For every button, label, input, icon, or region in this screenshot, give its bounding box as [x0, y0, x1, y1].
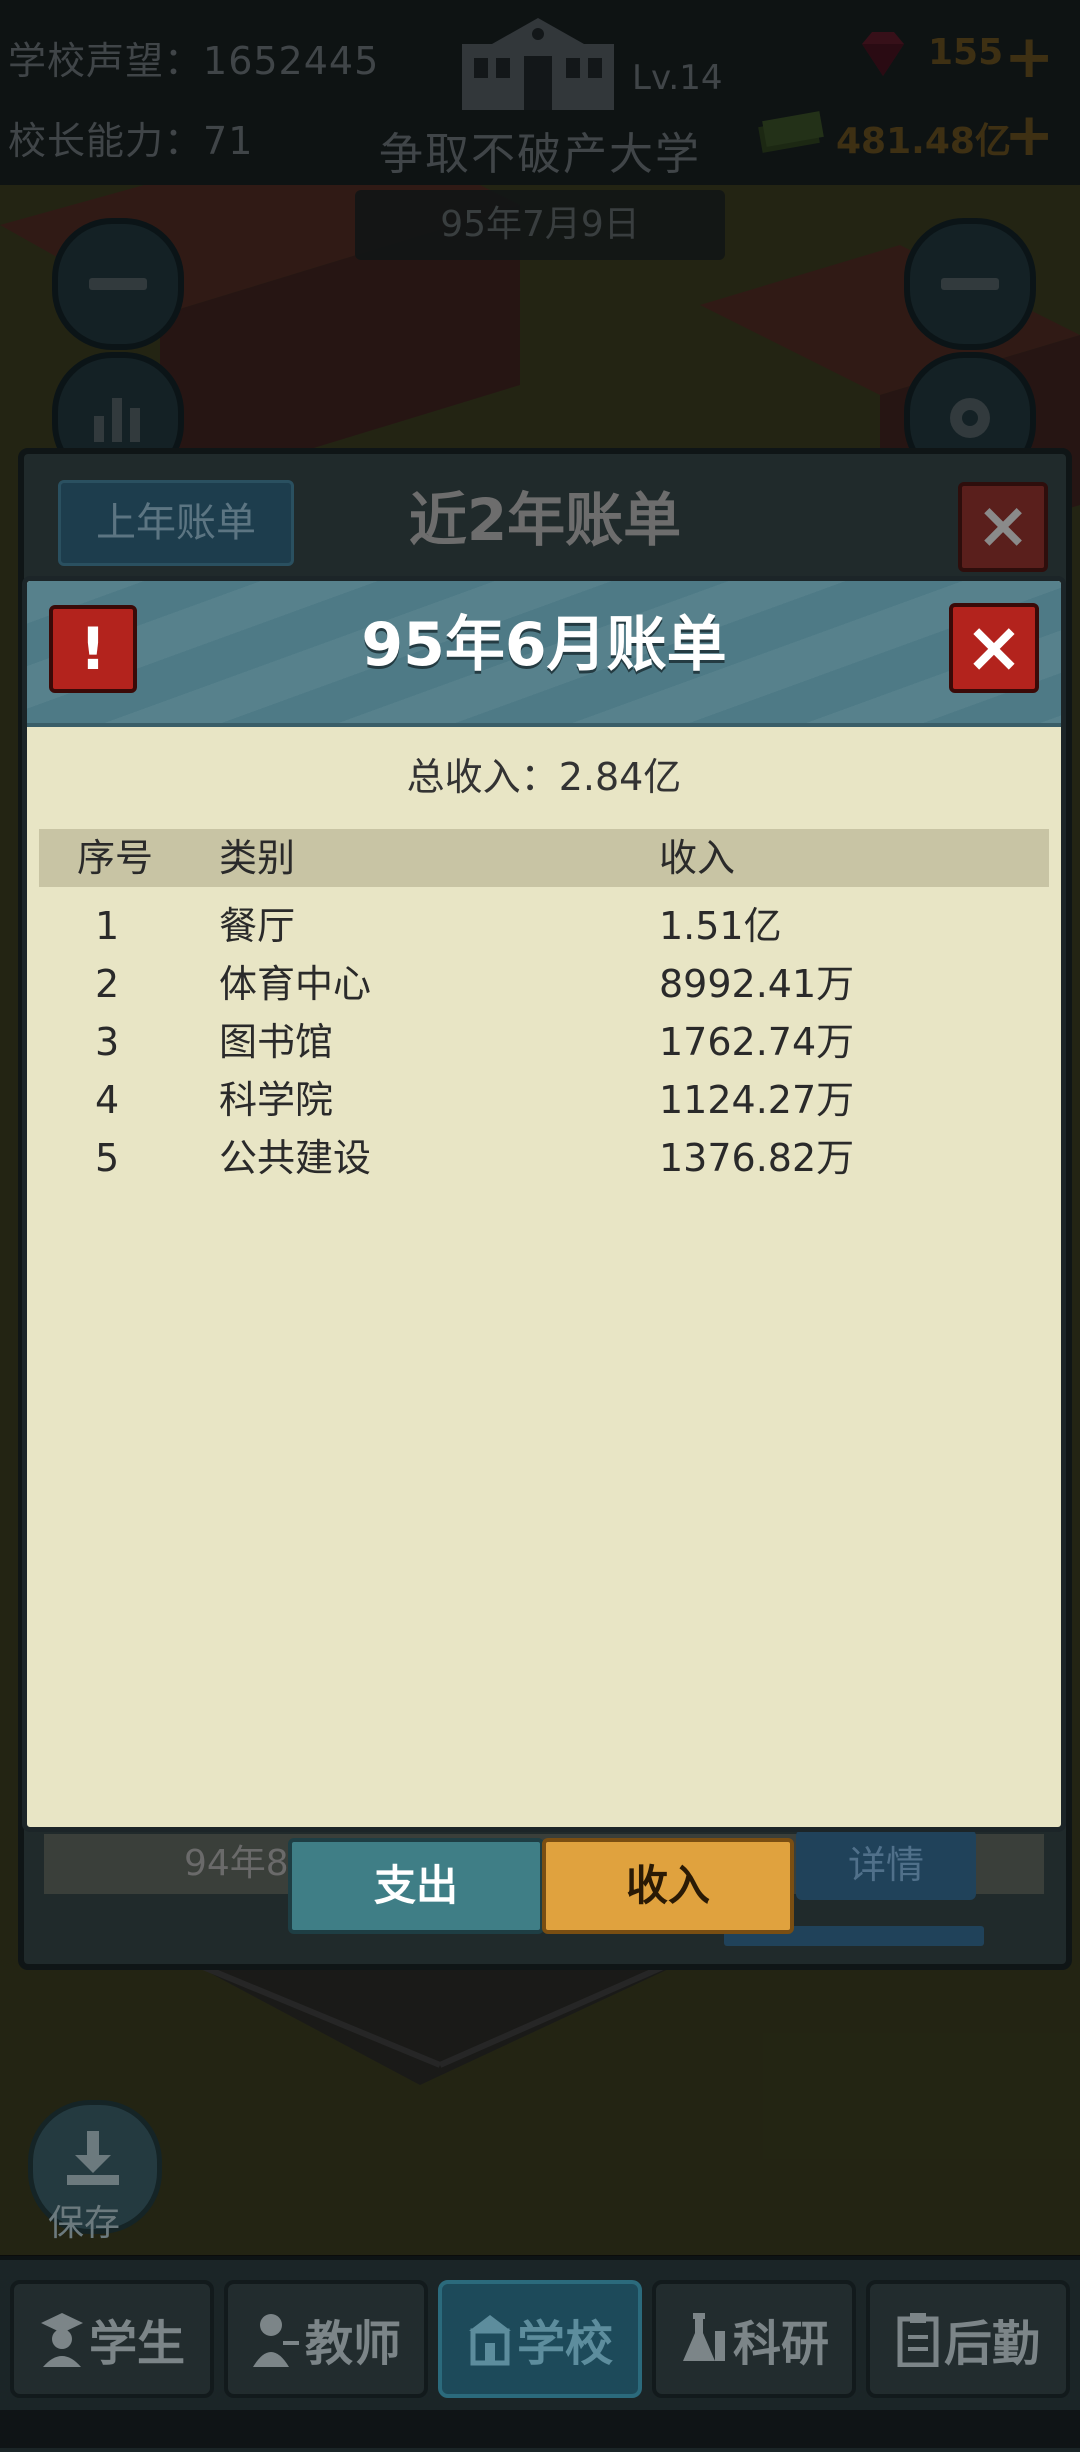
outer-close-button[interactable]: × [958, 482, 1048, 572]
nav-label: 学校 [516, 2316, 613, 2372]
row-category: 科学院 [219, 1078, 334, 1122]
table-row: 5 公共建设 1376.82万 [39, 1129, 1049, 1187]
row-category: 餐厅 [219, 904, 296, 948]
column-header-index: 序号 [77, 836, 154, 880]
nav-label: 学生 [88, 2316, 185, 2372]
system-bar [0, 2410, 1080, 2448]
school-level: Lv.14 [632, 58, 723, 98]
nav-label: 教师 [304, 2316, 401, 2372]
close-button[interactable]: × [949, 603, 1039, 693]
row-category: 体育中心 [219, 962, 372, 1006]
zoom-out-left-button[interactable] [52, 218, 184, 350]
row-index: 2 [95, 962, 120, 1006]
top-hud: 学校声望：1652445 校长能力：71 Lv.14 争取不破产大学 155 +… [0, 0, 1080, 185]
add-gems-button[interactable]: + [1004, 27, 1054, 87]
zoom-out-right-button[interactable] [904, 218, 1036, 350]
nav-tab-research[interactable]: 科研 [652, 2280, 856, 2398]
total-income-value: 2.84亿 [558, 755, 682, 799]
game-date: 95年7月9日 [355, 190, 725, 260]
gem-count: 155 [928, 32, 1004, 73]
dialog-title: 95年6月账单 [361, 610, 727, 680]
reputation-value: 1652445 [203, 39, 380, 83]
alert-icon: ! [49, 605, 137, 693]
dialog-header: 95年6月账单 ! × [27, 581, 1061, 727]
nav-tab-students[interactable]: 学生 [10, 2280, 214, 2398]
detail-button[interactable]: 详情 [796, 1830, 976, 1900]
student-icon [40, 2313, 83, 2367]
bar-chart-icon [94, 398, 140, 442]
nav-tab-school[interactable]: 学校 [438, 2280, 642, 2398]
download-icon [67, 2131, 119, 2185]
gem-icon [862, 32, 904, 76]
monthly-bill-dialog: 95年6月账单 ! × 总收入：2.84亿 序号 类别 收入 1 餐厅 1.51… [22, 576, 1066, 1832]
row-index: 1 [95, 904, 120, 948]
reputation-label: 学校声望： [8, 39, 204, 83]
school-building-icon [462, 18, 614, 110]
minus-icon [89, 278, 147, 290]
nav-tab-teachers[interactable]: 教师 [224, 2280, 428, 2398]
clipboard-icon [897, 2313, 939, 2367]
row-income: 1762.74万 [659, 1020, 855, 1064]
column-header-income: 收入 [659, 836, 736, 880]
table-row: 3 图书馆 1762.74万 [39, 1013, 1049, 1071]
income-tab-button[interactable]: 收入 [542, 1838, 794, 1934]
reputation-stat: 学校声望：1652445 [8, 30, 379, 85]
row-index: 4 [95, 1078, 120, 1122]
nav-label: 后勤 [943, 2316, 1040, 2372]
money-amount: 481.48亿 [836, 121, 1011, 162]
total-income: 总收入：2.84亿 [27, 746, 1061, 801]
last-year-bills-button[interactable]: 上年账单 [58, 480, 294, 566]
add-money-button[interactable]: + [1004, 105, 1054, 165]
save-label: 保存 [48, 2203, 121, 2244]
total-income-label: 总收入： [406, 755, 559, 799]
minus-icon [941, 278, 999, 290]
column-header-category: 类别 [219, 836, 296, 880]
row-income: 8992.41万 [659, 962, 855, 1006]
flask-icon [682, 2313, 725, 2361]
row-income: 1.51亿 [659, 904, 782, 948]
table-header: 序号 类别 收入 [39, 829, 1049, 887]
teacher-icon [252, 2314, 299, 2367]
money-icon [758, 111, 824, 153]
table-row: 1 餐厅 1.51亿 [39, 897, 1049, 955]
nav-label: 科研 [732, 2316, 829, 2372]
row-index: 5 [95, 1136, 120, 1180]
expense-tab-button[interactable]: 支出 [288, 1838, 544, 1934]
row-income: 1376.82万 [659, 1136, 855, 1180]
school-icon [468, 2315, 511, 2366]
nav-tab-logistics[interactable]: 后勤 [866, 2280, 1070, 2398]
row-index: 3 [95, 1020, 120, 1064]
row-category: 图书馆 [219, 1020, 334, 1064]
table-row: 4 科学院 1124.27万 [39, 1071, 1049, 1129]
table-row: 2 体育中心 8992.41万 [39, 955, 1049, 1013]
row-category: 公共建设 [219, 1136, 372, 1180]
row-income: 1124.27万 [659, 1078, 855, 1122]
gear-icon [950, 398, 990, 438]
